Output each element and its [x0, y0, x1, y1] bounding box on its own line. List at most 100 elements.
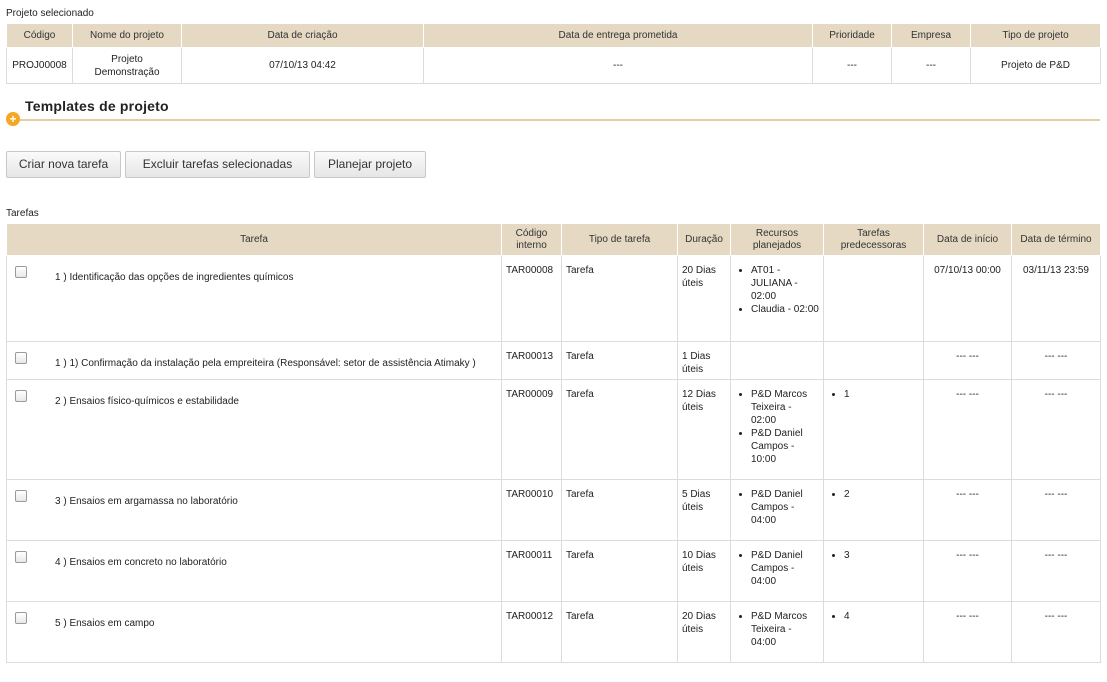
task-cell: 3 ) Ensaios em argamassa no laboratório [6, 479, 502, 541]
task-type: Tarefa [561, 341, 678, 380]
project-table: Código Nome do projeto Data de criação D… [6, 23, 1101, 84]
create-task-button[interactable]: Criar nova tarefa [6, 151, 121, 178]
task-checkbox[interactable] [15, 390, 27, 402]
task-duration: 5 Dias úteis [677, 479, 731, 541]
task-name: 4 ) Ensaios em concreto no laboratório [55, 557, 227, 568]
resource-item: P&D Daniel Campos - 10:00 [751, 427, 819, 466]
col-header-start-date: Data de início [923, 223, 1012, 256]
delete-selected-tasks-button[interactable]: Excluir tarefas selecionadas [125, 151, 310, 178]
col-header-priority: Prioridade [812, 23, 892, 48]
expand-plus-icon[interactable]: + [6, 112, 20, 126]
table-row[interactable]: 5 ) Ensaios em campo TAR00012 Tarefa 20 Dia… [6, 601, 1101, 663]
task-code: TAR00009 [501, 379, 562, 480]
col-header-end-date: Data de término [1011, 223, 1101, 256]
task-checkbox[interactable] [15, 352, 27, 364]
task-end-date: 03/11/13 23:59 [1011, 255, 1101, 342]
task-duration: 20 Dias úteis [677, 255, 731, 342]
task-code: TAR00008 [501, 255, 562, 342]
project-company: --- [891, 47, 971, 84]
project-promised: --- [423, 47, 813, 84]
project-code: PROJ00008 [6, 47, 73, 84]
task-end-date: --- --- [1011, 341, 1101, 380]
table-row[interactable]: 3 ) Ensaios em argamassa no laboratório T… [6, 479, 1101, 541]
task-predecessors: 2 [823, 479, 924, 541]
task-cell: 1 ) Identificação das opções de ingredie… [6, 255, 502, 342]
templates-title: Templates de projeto [25, 98, 169, 114]
task-resources: P&D Daniel Campos - 04:00 [730, 479, 824, 541]
resource-item: P&D Daniel Campos - 04:00 [751, 549, 819, 588]
task-checkbox[interactable] [15, 266, 27, 278]
task-end-date: --- --- [1011, 540, 1101, 602]
task-end-date: --- --- [1011, 479, 1101, 541]
task-resources: P&D Marcos Teixeira - 02:00P&D Daniel Ca… [730, 379, 824, 480]
task-cell: 5 ) Ensaios em campo [6, 601, 502, 663]
task-predecessors: 3 [823, 540, 924, 602]
task-start-date: --- --- [923, 479, 1012, 541]
task-predecessors: 1 [823, 379, 924, 480]
task-start-date: --- --- [923, 341, 1012, 380]
task-cell: 2 ) Ensaios físico-químicos e estabilida… [6, 379, 502, 480]
col-header-code: Código [6, 23, 73, 48]
task-predecessors [823, 341, 924, 380]
col-header-company: Empresa [891, 23, 971, 48]
task-start-date: 07/10/13 00:00 [923, 255, 1012, 342]
table-row[interactable]: 1 ) 1) Confirmação da instalação pela em… [6, 341, 1101, 380]
task-duration: 20 Dias úteis [677, 601, 731, 663]
task-name: 3 ) Ensaios em argamassa no laboratório [55, 496, 238, 507]
resource-item: AT01 - JULIANA - 02:00 [751, 264, 819, 303]
predecessor-item: 3 [844, 549, 919, 562]
task-predecessors: 4 [823, 601, 924, 663]
task-name: 1 ) 1) Confirmação da instalação pela em… [55, 358, 476, 369]
task-type: Tarefa [561, 255, 678, 342]
task-code: TAR00012 [501, 601, 562, 663]
col-header-project-type: Tipo de projeto [970, 23, 1101, 48]
task-checkbox[interactable] [15, 612, 27, 624]
task-start-date: --- --- [923, 379, 1012, 480]
col-header-promised: Data de entrega prometida [423, 23, 813, 48]
task-type: Tarefa [561, 540, 678, 602]
predecessor-item: 1 [844, 388, 919, 401]
table-row[interactable]: 1 ) Identificação das opções de ingredie… [6, 255, 1101, 342]
task-code: TAR00013 [501, 341, 562, 380]
task-code: TAR00010 [501, 479, 562, 541]
task-start-date: --- --- [923, 540, 1012, 602]
task-resources: P&D Daniel Campos - 04:00 [730, 540, 824, 602]
project-row[interactable]: PROJ00008 Projeto Demonstração 07/10/13 0… [6, 47, 1101, 84]
col-header-task-type: Tipo de tarefa [561, 223, 678, 256]
task-predecessors [823, 255, 924, 342]
task-checkbox[interactable] [15, 551, 27, 563]
task-resources: AT01 - JULIANA - 02:00Claudia - 02:00 [730, 255, 824, 342]
task-cell: 4 ) Ensaios em concreto no laboratório [6, 540, 502, 602]
task-duration: 1 Dias úteis [677, 341, 731, 380]
plan-project-button[interactable]: Planejar projeto [314, 151, 426, 178]
table-row[interactable]: 4 ) Ensaios em concreto no laboratório TA… [6, 540, 1101, 602]
task-cell: 1 ) 1) Confirmação da instalação pela em… [6, 341, 502, 380]
table-row[interactable]: 2 ) Ensaios físico-químicos e estabilida… [6, 379, 1101, 480]
col-header-internal-code: Código interno [501, 223, 562, 256]
templates-header: Templates de projeto + [6, 98, 1100, 128]
project-name: Projeto Demonstração [72, 47, 182, 84]
tasks-section-label: Tarefas [6, 208, 39, 219]
resource-item: P&D Marcos Teixeira - 02:00 [751, 388, 819, 427]
resource-item: P&D Daniel Campos - 04:00 [751, 488, 819, 527]
task-type: Tarefa [561, 379, 678, 480]
task-start-date: --- --- [923, 601, 1012, 663]
col-header-project-name: Nome do projeto [72, 23, 182, 48]
task-type: Tarefa [561, 479, 678, 541]
tasks-table: Tarefa Código interno Tipo de tarefa Dura… [6, 223, 1101, 663]
project-created: 07/10/13 04:42 [181, 47, 424, 84]
templates-divider [16, 119, 1100, 121]
task-duration: 10 Dias úteis [677, 540, 731, 602]
task-resources [730, 341, 824, 380]
col-header-duration: Duração [677, 223, 731, 256]
task-checkbox[interactable] [15, 490, 27, 502]
task-name: 5 ) Ensaios em campo [55, 618, 155, 629]
project-type: Projeto de P&D [970, 47, 1101, 84]
predecessor-item: 2 [844, 488, 919, 501]
col-header-task: Tarefa [6, 223, 502, 256]
project-priority: --- [812, 47, 892, 84]
task-duration: 12 Dias úteis [677, 379, 731, 480]
task-name: 2 ) Ensaios físico-químicos e estabilida… [55, 396, 239, 407]
predecessor-item: 4 [844, 610, 919, 623]
resource-item: Claudia - 02:00 [751, 303, 819, 316]
